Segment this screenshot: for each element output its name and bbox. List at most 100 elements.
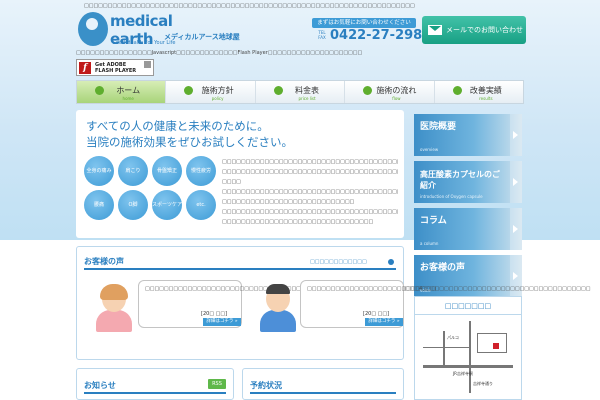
voice-age: [20□ □□] [201, 311, 228, 317]
sidebar-item-label: お客様の声 [420, 263, 466, 273]
sidebar-item-column[interactable]: コラム a column [414, 208, 522, 250]
symptom-circle: スポーツケア [152, 190, 182, 220]
map-road [469, 321, 471, 393]
map-label: JR吉祥寺駅 [453, 371, 473, 376]
flash-notice: □□□□□□□□□□□□□□□□Javascript□□□□□□□□□□□□□F… [76, 50, 363, 56]
symptom-circle: 肩こり [118, 156, 148, 186]
mail-contact-label: メールでのお問い合わせ [446, 26, 523, 34]
nav-item-policy[interactable]: 施術方針 policy [166, 81, 256, 103]
flash-badge-line2: FLASH PLAYER [95, 68, 137, 74]
sidebar-item-label: 高圧酸素カプセルのご紹介 [420, 170, 500, 190]
chevron-right-icon [510, 114, 522, 156]
mail-contact-button[interactable]: メールでのお問い合わせ [422, 16, 526, 44]
envelope-icon [428, 25, 442, 35]
logo-globe-icon [78, 12, 108, 46]
voice-detail-button[interactable]: 詳細はコチラ » [203, 318, 241, 326]
logo-subtitle: Good Health For Your Life [112, 40, 176, 46]
description-line: □□□□□□□□□□□□□□□□□□□□□□□□□□□□□□□□□□□□□□□□… [222, 169, 398, 175]
nav-item-home[interactable]: ホーム home [77, 81, 167, 103]
rss-button[interactable]: RSS [208, 379, 226, 389]
map-road [443, 331, 445, 365]
site-tagline: □□□□□□□□□□□□□□□□□□□□□□□□□□□□□□□□□□□□□□□□… [84, 3, 415, 9]
section-divider [84, 392, 226, 394]
description-line: □□□□□□□□□□□□□□□□□□□□□□□□□□□□□□□□□□□□□□□□… [222, 209, 398, 215]
symptom-circles: 全身の痛み 肩こり 骨盤矯正 慢性疲労 腰痛 O脚 スポーツケア etc. [84, 156, 218, 236]
voice-detail-button[interactable]: 詳細はコチラ » [365, 318, 403, 326]
nav-item-price[interactable]: 料金表 price list [256, 81, 346, 103]
nav-item-results[interactable]: 改善実績 results [435, 81, 523, 103]
voice-bubble: □□□□□□□□□□□□□□□□□□□□□□□□□□□□□□□□□□□□□□□□… [300, 280, 590, 328]
description-line: □□□□□□□□□□□□□□□□□□□□□□□□□□□□□□□□ [222, 219, 374, 225]
map-label: 吉祥寺通り [473, 381, 493, 386]
description-line: □□□□ [222, 179, 241, 185]
customer-voice-more-link[interactable]: □□□□□□□□□□□□ [310, 259, 367, 265]
hero-headline: すべての人の健康と未来のために。 当院の施術効果をぜひお試しください。 [86, 118, 293, 150]
location-pin-icon [493, 343, 499, 349]
chevron-right-icon [510, 161, 522, 203]
reservation-title: 予約状況 [250, 381, 282, 390]
section-divider [250, 392, 396, 394]
global-nav: ホーム home 施術方針 policy 料金表 price list 施術の流… [76, 80, 524, 104]
phone-number[interactable]: 0422-27-2983 [330, 28, 431, 43]
price-list-icon [273, 86, 283, 95]
map-road [423, 365, 513, 368]
map-road [423, 347, 469, 348]
sidebar-item-oxygen-capsule[interactable]: 高圧酸素カプセルのご紹介 introduction of Oxygen caps… [414, 161, 522, 203]
avatar-hair [266, 284, 290, 294]
hero-headline-line2: 当院の施術効果をぜひお試しください。 [86, 135, 293, 149]
contact-label: まずはお気軽にお問い合わせください [312, 18, 416, 28]
site-logo[interactable]: medical earth メディカルアース地球屋 Good Health Fo… [78, 12, 240, 50]
arrow-circle-icon[interactable] [388, 259, 394, 265]
customer-voice-title: お客様の声 [84, 257, 124, 266]
description-line: □□□□□□□□□□□□□□□□□□□□□□□□□□□□□□□□□□□□□□□□… [222, 189, 398, 195]
symptom-circle: 全身の痛み [84, 156, 114, 186]
nav-item-label: 施術の流れ [376, 86, 417, 95]
nav-item-label: 施術方針 [201, 86, 234, 95]
symptom-circle: O脚 [118, 190, 148, 220]
results-icon [452, 86, 462, 95]
nav-item-label: ホーム [116, 86, 141, 95]
chevron-right-icon [510, 208, 522, 250]
home-icon [95, 86, 104, 95]
news-title: お知らせ [84, 381, 116, 390]
access-title: □□□□□□□ [415, 297, 521, 315]
nav-item-sub: results [479, 96, 493, 101]
nav-item-label: 料金表 [295, 86, 320, 95]
sidebar-item-sub: overview [420, 147, 439, 152]
hero-description: □□□□□□□□□□□□□□□□□□□□□□□□□□□□□□□□□□□□□ □□□… [222, 158, 398, 228]
nav-item-sub: policy [211, 96, 224, 101]
woman-avatar [94, 284, 134, 332]
sidebar-item-sub: introduction of Oxygen capsule [420, 194, 483, 199]
avatar-body [96, 310, 132, 332]
access-section: □□□□□□□ パルコ JR吉祥寺駅 吉祥寺通り [414, 296, 522, 400]
tel-label: TEL FAX [318, 30, 326, 40]
man-avatar [258, 284, 298, 332]
voice-age: [20□ □□] [363, 311, 390, 317]
description-line: □□□□□□□□□□□□□□□□□□□□□□□□□□□□ [222, 199, 355, 205]
nav-item-flow[interactable]: 施術の流れ flow [345, 81, 435, 103]
sidebar-item-sub: a column [420, 241, 439, 246]
avatar-body [260, 310, 296, 332]
map-label: パルコ [447, 335, 459, 340]
avatar-hair [100, 284, 128, 300]
map-block [477, 333, 507, 353]
flash-icon: f [79, 62, 91, 74]
symptom-circle: 腰痛 [84, 190, 114, 220]
nav-item-label: 改善実績 [469, 86, 502, 95]
sidebar-item-label: コラム [420, 216, 447, 226]
download-icon [144, 61, 151, 68]
sidebar-item-overview[interactable]: 医院概要 overview [414, 114, 522, 156]
nav-item-sub: price list [298, 96, 316, 101]
hero-headline-line1: すべての人の健康と未来のために。 [86, 119, 269, 133]
access-map[interactable]: パルコ JR吉祥寺駅 吉祥寺通り [423, 321, 513, 393]
nav-item-sub: home [122, 96, 134, 101]
get-flash-player-button[interactable]: f Get ADOBE FLASH PLAYER [76, 59, 154, 76]
symptom-circle: 慢性疲労 [186, 156, 216, 186]
nav-item-sub: flow [392, 96, 401, 101]
symptom-circle: etc. [186, 190, 216, 220]
voice-bubble: □□□□□□□□□□□□□□□□□□□□□□□□□□□□□□□□□□□□□□□□… [138, 280, 436, 328]
section-divider [84, 268, 396, 270]
voice-text: □□□□□□□□□□□□□□□□□□□□□□□□□□□□□□□□□□□□□□□□… [307, 286, 591, 292]
sidebar-item-label: 医院概要 [420, 122, 457, 132]
description-line: □□□□□□□□□□□□□□□□□□□□□□□□□□□□□□□□□□□□□□□□… [222, 159, 398, 165]
